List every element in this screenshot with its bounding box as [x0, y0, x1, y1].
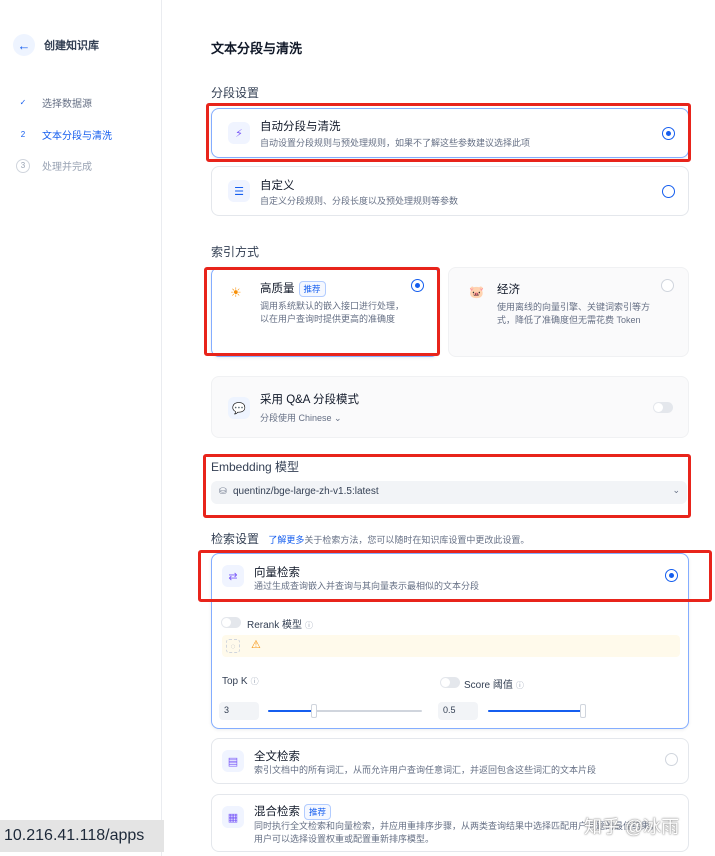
retrieval-section-label: 检索设置 了解更多关于检索方法，您可以随时在知识库设置中更改此设置。 — [211, 530, 529, 547]
topk-label: Top Kⓘ — [222, 676, 259, 687]
economy-desc-1: 使用离线的向量引擎、关键词索引等方 — [497, 302, 651, 312]
high-quality-title: 高质量 推荐 — [260, 280, 326, 297]
rerank-toggle[interactable] — [221, 617, 241, 628]
auto-segment-title: 自动分段与清洗 — [260, 121, 341, 133]
qa-language-label: 分段使用 Chinese — [260, 413, 332, 423]
auto-segment-radio[interactable] — [662, 127, 675, 140]
vector-search-radio[interactable] — [665, 569, 678, 582]
sun-icon: ☀ — [230, 285, 242, 300]
qa-mode-toggle[interactable] — [653, 402, 673, 413]
page-title: 文本分段与清洗 — [211, 41, 303, 56]
model-icon: ⛁ — [219, 486, 227, 496]
back-row[interactable]: ← 创建知识库 — [13, 34, 99, 56]
vector-search-title: 向量检索 — [254, 567, 300, 579]
step-process-finish: 3 处理并完成 — [16, 158, 92, 173]
step-label: 文本分段与清洗 — [42, 131, 112, 142]
step-label: 处理并完成 — [42, 162, 92, 173]
index-high-quality-option[interactable]: ☀ 高质量 推荐 调用系统默认的嵌入接口进行处理， 以在用户查询时提供更高的准确度 — [211, 267, 439, 357]
score-input[interactable]: 0.5 — [438, 702, 478, 720]
recommend-badge: 推荐 — [304, 804, 332, 820]
arrow-left-icon[interactable]: ← — [13, 34, 35, 56]
retrieval-label: 检索设置 — [211, 532, 260, 546]
index-section-label: 索引方式 — [211, 245, 260, 259]
index-economy-option[interactable]: 🐷 经济 使用离线的向量引擎、关键词索引等方 式，降低了准确度但无需花费 Tok… — [448, 267, 689, 357]
vector-search-desc: 通过生成查询嵌入并查询与其向量表示最相似的文本分段 — [254, 581, 480, 591]
score-label-text: Score 阈值 — [464, 680, 513, 691]
embedding-model-value: quentinz/bge-large-zh-v1.5:latest — [233, 486, 379, 497]
qa-mode-title: 采用 Q&A 分段模式 — [260, 394, 360, 406]
sliders-icon: ☰ — [228, 180, 250, 202]
info-icon: ⓘ — [305, 621, 314, 630]
vector-search-icon: ⇄ — [222, 565, 244, 587]
step-number: 3 — [16, 158, 30, 173]
lightning-icon: ⚡ — [228, 122, 250, 144]
sidebar: ← 创建知识库 ✓ 选择数据源 2 文本分段与清洗 3 处理并完成 — [0, 0, 162, 856]
chevron-down-icon: ⌄ — [672, 485, 680, 495]
rerank-label: Rerank 模型 ⓘ — [247, 616, 313, 631]
qa-mode-card: 💬 采用 Q&A 分段模式 分段使用 Chinese ⌄ — [211, 376, 689, 438]
custom-segment-option[interactable]: ☰ 自定义 自定义分段规则、分段长度以及预处理规则等参数 — [211, 166, 689, 216]
hybrid-label: 混合检索 — [254, 806, 300, 818]
score-slider-thumb[interactable] — [580, 704, 587, 718]
step-label: 选择数据源 — [42, 99, 92, 110]
score-slider-fill — [488, 710, 584, 712]
topk-slider-thumb[interactable] — [311, 704, 318, 718]
chevron-down-icon: ⌄ — [334, 413, 342, 423]
custom-segment-title: 自定义 — [260, 180, 295, 192]
score-label: Score 阈值 ⓘ — [464, 676, 524, 691]
qa-language-select[interactable]: 分段使用 Chinese ⌄ — [260, 412, 342, 425]
high-quality-radio[interactable] — [411, 279, 424, 292]
auto-segment-desc: 自动设置分段规则与预处理规则，如果不了解这些参数建议选择此项 — [260, 138, 531, 148]
grid-icon: ▦ — [222, 806, 244, 828]
rerank-warning-box — [222, 635, 680, 657]
retrieval-hint-text: 关于检索方法，您可以随时在知识库设置中更改此设置。 — [304, 535, 530, 545]
model-placeholder-icon: ◌ — [226, 639, 240, 653]
fulltext-search-desc: 索引文档中的所有词汇，从而允许用户查询任意词汇，并返回包含这些词汇的文本片段 — [254, 765, 597, 775]
topk-label-text: Top K — [222, 676, 248, 687]
sidebar-title: 创建知识库 — [44, 40, 99, 52]
hybrid-search-desc-2: 用户可以选择设置权重或配置重新排序模型。 — [254, 834, 435, 844]
economy-title: 经济 — [497, 284, 520, 296]
high-quality-desc-2: 以在用户查询时提供更高的准确度 — [260, 314, 396, 324]
high-quality-desc-1: 调用系统默认的嵌入接口进行处理， — [260, 301, 405, 311]
high-quality-label: 高质量 — [260, 283, 295, 295]
fulltext-search-card[interactable]: ▤ 全文检索 索引文档中的所有词汇，从而允许用户查询任意词汇，并返回包含这些词汇… — [211, 738, 689, 784]
segment-section-label: 分段设置 — [211, 86, 260, 100]
score-toggle[interactable] — [440, 677, 460, 688]
watermark: 知乎 @冰雨 — [584, 817, 680, 837]
economy-radio[interactable] — [661, 279, 674, 292]
topk-input[interactable]: 3 — [219, 702, 259, 720]
embedding-model-select[interactable]: ⛁ quentinz/bge-large-zh-v1.5:latest ⌄ — [211, 481, 687, 504]
hybrid-search-title: 混合检索 推荐 — [254, 803, 332, 820]
warning-icon: ⚠ — [251, 639, 261, 651]
info-icon: ⓘ — [515, 681, 524, 690]
step-number: 2 — [20, 130, 26, 139]
auto-segment-option[interactable]: ⚡ 自动分段与清洗 自动设置分段规则与预处理规则，如果不了解这些参数建议选择此项 — [211, 108, 689, 158]
fulltext-search-title: 全文检索 — [254, 751, 300, 763]
step-segment-clean[interactable]: 2 文本分段与清洗 — [16, 127, 112, 142]
embedding-section-label: Embedding 模型 — [211, 460, 300, 474]
document-search-icon: ▤ — [222, 750, 244, 772]
fulltext-search-radio[interactable] — [665, 753, 678, 766]
custom-segment-radio[interactable] — [662, 185, 675, 198]
custom-segment-desc: 自定义分段规则、分段长度以及预处理规则等参数 — [260, 196, 459, 206]
learn-more-link[interactable]: 了解更多 — [268, 535, 304, 545]
retrieval-hint: 了解更多关于检索方法，您可以随时在知识库设置中更改此设置。 — [268, 535, 529, 545]
piggy-bank-icon: 🐷 — [469, 285, 484, 299]
recommend-badge: 推荐 — [298, 281, 326, 297]
chat-bubble-icon: 💬 — [228, 397, 250, 419]
check-icon: ✓ — [19, 98, 27, 107]
info-icon: ⓘ — [250, 677, 259, 686]
economy-desc-2: 式，降低了准确度但无需花费 Token — [497, 315, 641, 325]
rerank-label-text: Rerank 模型 — [247, 620, 303, 631]
step-select-source[interactable]: ✓ 选择数据源 — [16, 95, 92, 110]
topk-slider-fill — [268, 710, 315, 712]
url-overlay: 10.216.41.118/apps — [0, 820, 164, 852]
